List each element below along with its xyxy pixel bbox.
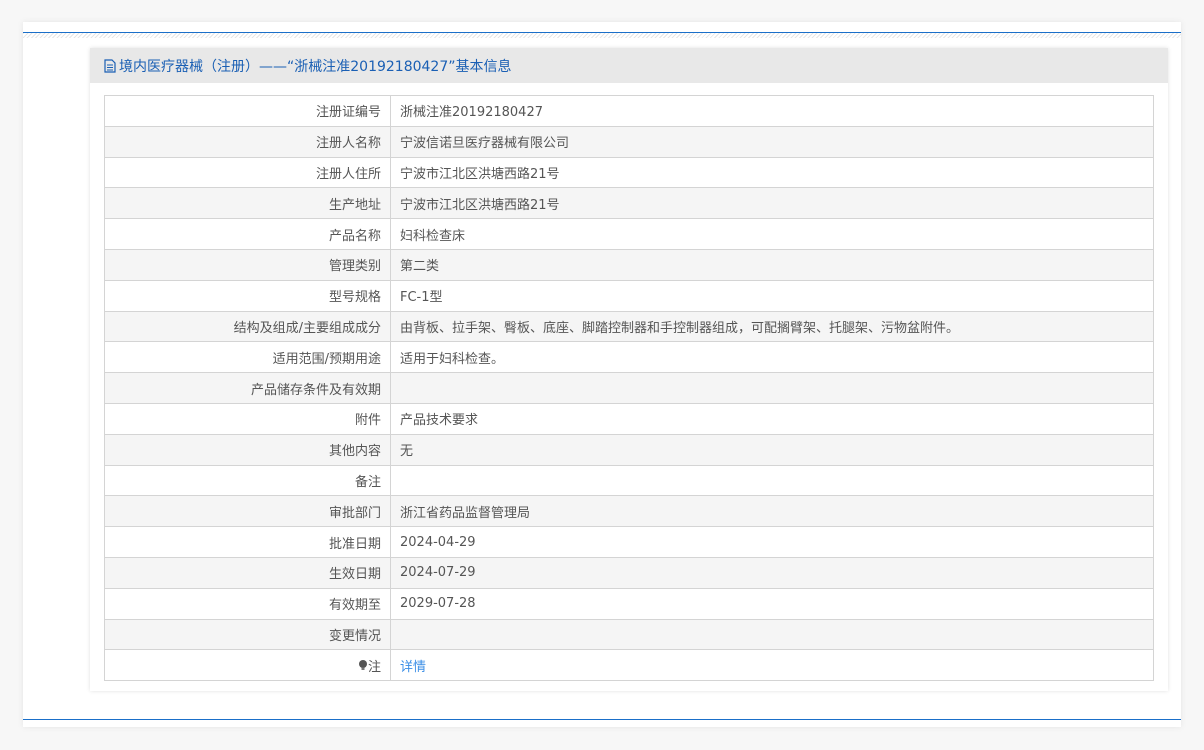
field-value: 2024-04-29	[390, 526, 1154, 558]
field-label: 产品储存条件及有效期	[104, 372, 391, 404]
field-label: 管理类别	[104, 248, 391, 281]
field-value	[390, 464, 1154, 497]
table-row: 产品储存条件及有效期	[104, 372, 1154, 404]
field-value: 2029-07-28	[390, 587, 1154, 620]
table-row: 结构及组成/主要组成成分 由背板、拉手架、臀板、底座、脚踏控制器和手控制器组成，可…	[104, 310, 1154, 343]
table-row: 附件 产品技术要求	[104, 402, 1154, 435]
table-row: 审批部门 浙江省药品监督管理局	[104, 495, 1154, 528]
field-value: 第二类	[390, 248, 1154, 281]
field-value: 由背板、拉手架、臀板、底座、脚踏控制器和手控制器组成，可配搁臂架、托腿架、污物盆…	[390, 310, 1154, 343]
field-value: 宁波市江北区洪塘西路21号	[390, 156, 1154, 189]
table-row: 注册人住所 宁波市江北区洪塘西路21号	[104, 156, 1154, 189]
bottom-divider	[23, 719, 1181, 720]
table-row: 有效期至 2029-07-28	[104, 587, 1154, 620]
table-row: 适用范围/预期用途 适用于妇科检查。	[104, 341, 1154, 374]
note-label-text: 注	[367, 659, 381, 675]
table-row: 注册证编号 浙械注准20192180427	[104, 95, 1154, 127]
field-label: 注册人名称	[104, 125, 391, 158]
field-label: 型号规格	[104, 279, 391, 312]
field-label: 其他内容	[104, 433, 391, 466]
field-value: 产品技术要求	[390, 402, 1154, 435]
panel-title: 境内医疗器械（注册）——“浙械注准20192180427”基本信息	[119, 58, 512, 75]
field-value: 宁波市江北区洪塘西路21号	[390, 187, 1154, 220]
hatch-strip	[23, 33, 1181, 38]
info-panel: 境内医疗器械（注册）——“浙械注准20192180427”基本信息 注册证编号浙…	[90, 48, 1168, 691]
field-label: 注册证编号	[104, 95, 391, 127]
field-label: 审批部门	[104, 495, 391, 528]
panel-header: 境内医疗器械（注册）——“浙械注准20192180427”基本信息	[90, 48, 1168, 83]
field-label: 注册人住所	[104, 156, 391, 189]
page-container: 境内医疗器械（注册）——“浙械注准20192180427”基本信息 注册证编号浙…	[23, 22, 1181, 727]
field-value: 适用于妇科检查。	[390, 341, 1154, 374]
field-label: 附件	[104, 402, 391, 435]
document-icon	[104, 58, 116, 73]
field-value: 浙江省药品监督管理局	[390, 495, 1154, 528]
field-label: 生产地址	[104, 187, 391, 220]
field-label: 批准日期	[104, 526, 391, 558]
note-label: 注	[104, 649, 391, 682]
field-label: 有效期至	[104, 587, 391, 620]
field-label: 生效日期	[104, 556, 391, 589]
table-row: 生效日期 2024-07-29	[104, 556, 1154, 589]
field-value: 妇科检查床	[390, 218, 1154, 250]
table-row: 变更情况	[104, 618, 1154, 651]
table-row: 生产地址 宁波市江北区洪塘西路21号	[104, 187, 1154, 220]
table-row: 管理类别 第二类	[104, 248, 1154, 281]
field-label: 适用范围/预期用途	[104, 341, 391, 374]
table-row: 注册人名称 宁波信诺旦医疗器械有限公司	[104, 125, 1154, 158]
table-row: 产品名称 妇科检查床	[104, 218, 1154, 250]
field-value: 宁波信诺旦医疗器械有限公司	[390, 125, 1154, 158]
field-value	[390, 618, 1154, 651]
field-value: 浙械注准20192180427	[390, 95, 1154, 127]
note-row: 注 详情	[104, 649, 1154, 682]
details-link[interactable]: 详情	[400, 660, 426, 675]
bulb-icon	[358, 659, 367, 670]
field-label: 产品名称	[104, 218, 391, 250]
field-value	[390, 372, 1154, 404]
table-row: 批准日期 2024-04-29	[104, 526, 1154, 558]
field-label: 备注	[104, 464, 391, 497]
table-row: 其他内容无	[104, 433, 1154, 466]
field-value: 2024-07-29	[390, 556, 1154, 589]
field-value: 无	[390, 433, 1154, 466]
table-row: 备注	[104, 464, 1154, 497]
info-table: 注册证编号 浙械注准20192180427 注册人名称 宁波信诺旦医疗器械有限公司 注册…	[104, 95, 1154, 682]
table-row: 型号规格 FC-1型	[104, 279, 1154, 312]
field-value: FC-1型	[390, 279, 1154, 312]
field-label: 变更情况	[104, 618, 391, 651]
field-label: 结构及组成/主要组成成分	[104, 310, 391, 343]
